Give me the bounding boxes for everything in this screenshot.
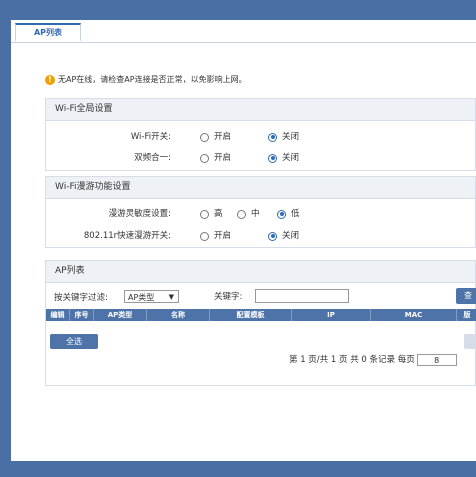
column-header: 名称 bbox=[171, 311, 185, 319]
radio-icon[interactable] bbox=[200, 132, 209, 142]
dual-band-on-option[interactable]: 开启 bbox=[200, 150, 231, 166]
fast-roaming-on-option[interactable]: 开启 bbox=[200, 228, 231, 244]
wifi-switch-off-option[interactable]: 关闭 bbox=[268, 129, 299, 145]
column-header: AP类型 bbox=[107, 311, 133, 319]
wifi-switch-row: Wi-Fi开关: 开启 关闭 bbox=[46, 129, 476, 145]
column-header: 编辑 bbox=[50, 311, 65, 319]
option-label: 关闭 bbox=[282, 132, 300, 142]
chevron-down-icon: ▼ bbox=[168, 293, 174, 301]
top-bar bbox=[0, 0, 476, 20]
delete-button[interactable]: 删 bbox=[464, 334, 476, 349]
warning-icon: ! bbox=[45, 74, 55, 85]
notice-text: 无AP在线，请检查AP连接是否正常，以免影响上网。 bbox=[58, 75, 247, 84]
wifi-roaming-section: Wi-Fi漫游功能设置 漫游灵敏度设置: 高 中 低 802.11r快速漫游开关… bbox=[45, 176, 476, 248]
column-header: IP bbox=[327, 311, 335, 319]
column-header: 版 bbox=[463, 311, 471, 319]
wifi-global-section: Wi-Fi全局设置 Wi-Fi开关: 开启 关闭 双频合一: 开启 关闭 bbox=[45, 98, 476, 171]
option-label: 关闭 bbox=[282, 153, 300, 163]
option-label: 中 bbox=[251, 209, 260, 219]
sensitivity-high-option[interactable]: 高 bbox=[200, 206, 223, 222]
option-label: 开启 bbox=[214, 231, 232, 241]
radio-icon[interactable] bbox=[200, 209, 209, 219]
option-label: 开启 bbox=[214, 132, 232, 142]
radio-icon[interactable] bbox=[268, 132, 277, 142]
ap-table-header: 编辑 序号 AP类型 名称 配置模板 IP MAC 版 bbox=[46, 309, 476, 321]
radio-icon[interactable] bbox=[277, 209, 286, 219]
pagination-text: 第 1 页/共 1 页 共 0 条记录 每页 bbox=[289, 355, 415, 365]
radio-icon[interactable] bbox=[268, 153, 277, 163]
keyword-input[interactable] bbox=[255, 289, 349, 303]
pagination: 第 1 页/共 1 页 共 0 条记录 每页 8 bbox=[289, 353, 457, 367]
wifi-roaming-title: Wi-Fi漫游功能设置 bbox=[46, 177, 475, 199]
fast-roaming-off-option[interactable]: 关闭 bbox=[268, 228, 299, 244]
wifi-switch-on-option[interactable]: 开启 bbox=[200, 129, 231, 145]
filter-label: 按关键字过滤: bbox=[54, 293, 108, 303]
per-page-input[interactable]: 8 bbox=[416, 354, 457, 366]
radio-icon[interactable] bbox=[200, 153, 209, 163]
dual-band-label: 双频合一: bbox=[134, 153, 171, 163]
option-label: 高 bbox=[214, 209, 223, 219]
option-label: 关闭 bbox=[282, 231, 300, 241]
ap-list-section: AP列表 按关键字过滤: AP类型 ▼ 关键字: 查 编辑 序号 AP类型 名称… bbox=[45, 260, 476, 386]
ap-list-title: AP列表 bbox=[46, 261, 475, 283]
option-label: 开启 bbox=[214, 153, 232, 163]
tab-ap-list[interactable]: AP列表 bbox=[15, 23, 81, 42]
sensitivity-mid-option[interactable]: 中 bbox=[237, 206, 260, 222]
dual-band-off-option[interactable]: 关闭 bbox=[268, 150, 299, 166]
radio-icon[interactable] bbox=[268, 231, 277, 241]
fast-roaming-row: 802.11r快速漫游开关: 开启 关闭 bbox=[46, 228, 476, 244]
select-all-button[interactable]: 全选 bbox=[50, 334, 98, 349]
notice-message: ! 无AP在线，请检查AP连接是否正常，以免影响上网。 bbox=[45, 74, 247, 85]
keyword-label: 关键字: bbox=[214, 292, 243, 302]
column-header: 序号 bbox=[74, 311, 89, 319]
search-button[interactable]: 查 bbox=[456, 288, 476, 304]
wifi-global-title: Wi-Fi全局设置 bbox=[46, 99, 475, 121]
fast-roaming-label: 802.11r快速漫游开关: bbox=[83, 231, 171, 241]
column-header: 配置模板 bbox=[236, 311, 265, 319]
filter-type-select[interactable]: AP类型 ▼ bbox=[124, 290, 179, 303]
sensitivity-low-option[interactable]: 低 bbox=[277, 206, 300, 222]
tab-strip: AP列表 bbox=[11, 20, 476, 43]
radio-icon[interactable] bbox=[200, 231, 209, 241]
column-header: MAC bbox=[404, 311, 423, 319]
roaming-sensitivity-label: 漫游灵敏度设置: bbox=[108, 209, 171, 219]
roaming-sensitivity-row: 漫游灵敏度设置: 高 中 低 bbox=[46, 206, 476, 222]
content-panel: AP列表 ! 无AP在线，请检查AP连接是否正常，以免影响上网。 Wi-Fi全局… bbox=[11, 20, 476, 461]
wifi-switch-label: Wi-Fi开关: bbox=[130, 132, 171, 142]
option-label: 低 bbox=[291, 209, 300, 219]
filter-type-value: AP类型 bbox=[128, 293, 155, 302]
dual-band-row: 双频合一: 开启 关闭 bbox=[46, 150, 476, 166]
radio-icon[interactable] bbox=[237, 209, 246, 219]
